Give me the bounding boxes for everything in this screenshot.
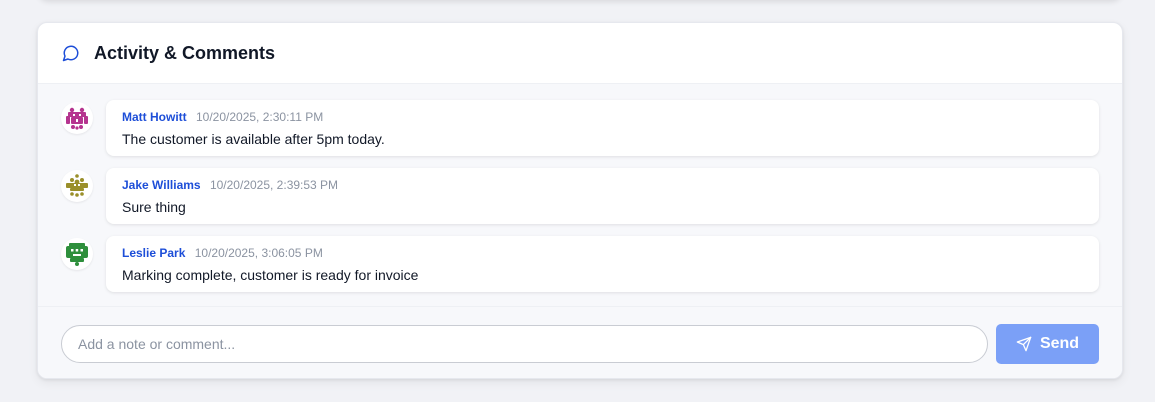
message-circle-icon [62,43,82,63]
activity-item: Jake Williams 10/20/2025, 2:39:53 PM Sur… [61,168,1099,224]
send-icon [1016,336,1032,352]
comment-text: The customer is available after 5pm toda… [122,131,385,147]
comment-author: Leslie Park [122,246,186,260]
comment-timestamp: 10/20/2025, 2:39:53 PM [209,178,339,192]
comment-author: Jake Williams [122,178,201,192]
send-button-label: Send [1039,335,1080,352]
comment-author: Matt Howitt [122,110,187,124]
panel-title: Activity & Comments [94,42,276,63]
comment-bubble: Matt Howitt 10/20/2025, 2:30:11 PM The c… [106,100,1099,156]
activity-comments-panel: Activity & Comments Matt Howitt 10/20/20… [37,22,1123,379]
activity-list: Matt Howitt 10/20/2025, 2:30:11 PM The c… [38,84,1122,306]
comment-text: Sure thing [122,199,186,215]
comment-input[interactable] [61,325,988,363]
avatar [61,170,93,202]
avatar [61,238,93,270]
comment-bubble: Jake Williams 10/20/2025, 2:39:53 PM Sur… [106,168,1099,224]
comment-composer: Send [38,306,1122,378]
avatar [61,102,93,134]
panel-header: Activity & Comments [38,23,1122,84]
comment-timestamp: 10/20/2025, 3:06:05 PM [194,246,323,260]
comment-text: Marking complete, customer is ready for … [122,267,419,283]
send-button[interactable]: Send [996,324,1099,364]
comment-bubble: Leslie Park 10/20/2025, 3:06:05 PM Marki… [106,236,1099,292]
comment-timestamp: 10/20/2025, 2:30:11 PM [196,110,324,124]
activity-item: Leslie Park 10/20/2025, 3:06:05 PM Marki… [61,236,1099,292]
activity-item: Matt Howitt 10/20/2025, 2:30:11 PM The c… [61,100,1099,156]
